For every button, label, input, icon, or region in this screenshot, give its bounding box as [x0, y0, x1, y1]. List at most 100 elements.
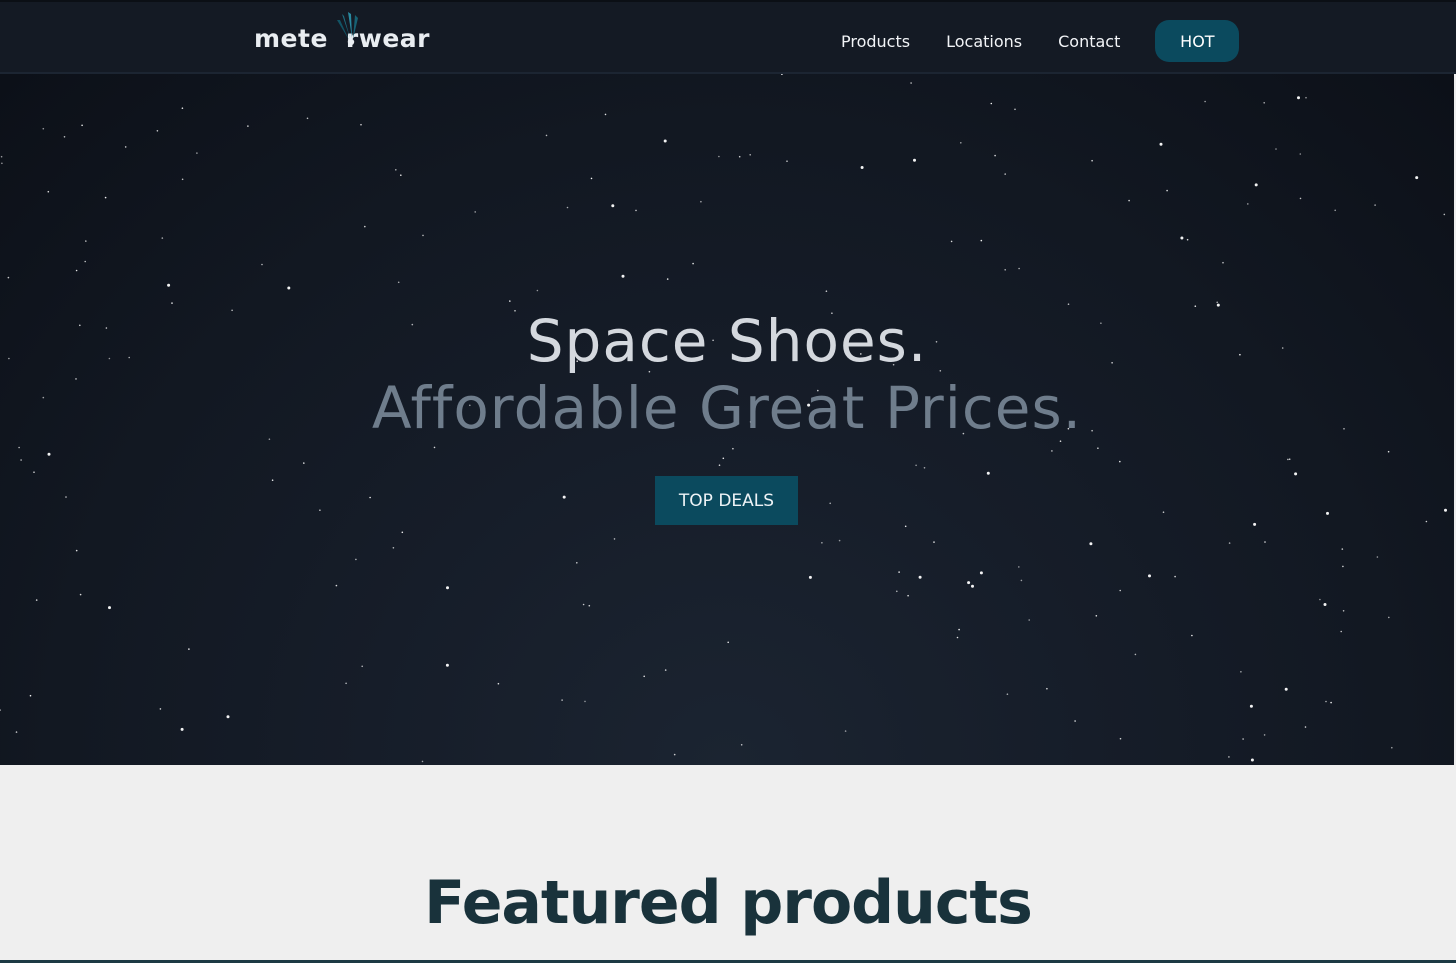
star: [167, 283, 171, 287]
star: [306, 117, 309, 120]
star: [401, 531, 404, 534]
star: [621, 274, 625, 278]
star: [718, 464, 721, 467]
star: [29, 694, 32, 697]
star: [15, 731, 18, 733]
star: [369, 496, 371, 499]
star: [188, 648, 190, 650]
star: [939, 370, 942, 372]
star: [918, 575, 922, 579]
star: [1376, 556, 1379, 558]
star: [967, 581, 971, 585]
hot-button[interactable]: HOT: [1155, 20, 1240, 62]
star: [950, 240, 953, 243]
star: [422, 234, 424, 237]
star: [808, 575, 812, 579]
star: [1294, 472, 1298, 476]
star: [1319, 598, 1321, 601]
star: [360, 123, 362, 126]
star: [1340, 630, 1342, 633]
star: [1014, 108, 1016, 111]
star: [47, 452, 51, 456]
star: [1091, 159, 1093, 162]
top-deals-button[interactable]: TOP DEALS: [655, 476, 798, 525]
star: [1284, 687, 1288, 691]
star: [20, 459, 22, 461]
star: [7, 276, 10, 279]
star: [643, 675, 645, 678]
star: [732, 447, 734, 450]
star: [18, 446, 20, 449]
star: [355, 558, 357, 561]
star: [196, 152, 198, 154]
star: [923, 467, 926, 469]
star: [1275, 148, 1277, 150]
star: [345, 682, 347, 685]
star: [171, 302, 173, 304]
star: [907, 594, 909, 597]
star: [1134, 653, 1137, 656]
star: [1242, 738, 1244, 740]
nav-link-locations[interactable]: Locations: [946, 32, 1022, 51]
star: [584, 700, 586, 703]
star: [85, 240, 87, 242]
star: [1264, 541, 1266, 543]
star: [1228, 756, 1230, 758]
star: [1249, 704, 1253, 708]
star: [1204, 100, 1206, 103]
star: [335, 584, 338, 587]
star: [958, 628, 960, 631]
nav-link-contact[interactable]: Contact: [1058, 32, 1120, 51]
star: [1186, 238, 1189, 241]
star: [1342, 610, 1345, 612]
star: [361, 665, 364, 668]
star: [1374, 204, 1376, 206]
brand-logo[interactable]: mete rwear: [254, 12, 464, 56]
star: [1304, 726, 1307, 728]
star: [1018, 566, 1020, 568]
hero-headline: Space Shoes.: [526, 307, 928, 375]
star: [1028, 619, 1030, 621]
nav-link-products[interactable]: Products: [841, 32, 910, 51]
star: [497, 682, 500, 685]
hero-section: Space Shoes. Affordable Great Prices. TO…: [0, 72, 1454, 765]
star: [582, 603, 585, 606]
star: [395, 169, 397, 171]
star: [536, 289, 539, 292]
star: [75, 269, 78, 272]
star: [825, 290, 828, 292]
star: [1287, 458, 1289, 461]
star: [986, 471, 990, 475]
star: [727, 641, 729, 644]
star: [1046, 687, 1048, 690]
star: [1263, 102, 1265, 104]
star: [1391, 746, 1393, 749]
star: [104, 196, 107, 199]
star: [1148, 574, 1151, 578]
star: [287, 286, 291, 290]
star: [1240, 671, 1242, 673]
star: [75, 549, 78, 552]
star: [1388, 616, 1390, 619]
star: [1415, 176, 1419, 180]
star: [994, 154, 996, 157]
star: [509, 300, 511, 302]
star: [611, 204, 615, 208]
star: [1074, 720, 1076, 722]
star: [1162, 511, 1165, 513]
star: [1341, 548, 1344, 550]
star: [1119, 737, 1122, 740]
star: [898, 571, 900, 573]
star: [1089, 542, 1093, 546]
star: [1247, 203, 1249, 205]
star: [980, 239, 983, 242]
star: [108, 606, 111, 610]
star: [1326, 511, 1329, 515]
star: [692, 262, 694, 265]
star: [910, 82, 912, 84]
star: [829, 502, 831, 505]
star: [781, 73, 783, 75]
star: [1305, 96, 1307, 99]
star: [35, 599, 38, 601]
star: [47, 190, 50, 193]
